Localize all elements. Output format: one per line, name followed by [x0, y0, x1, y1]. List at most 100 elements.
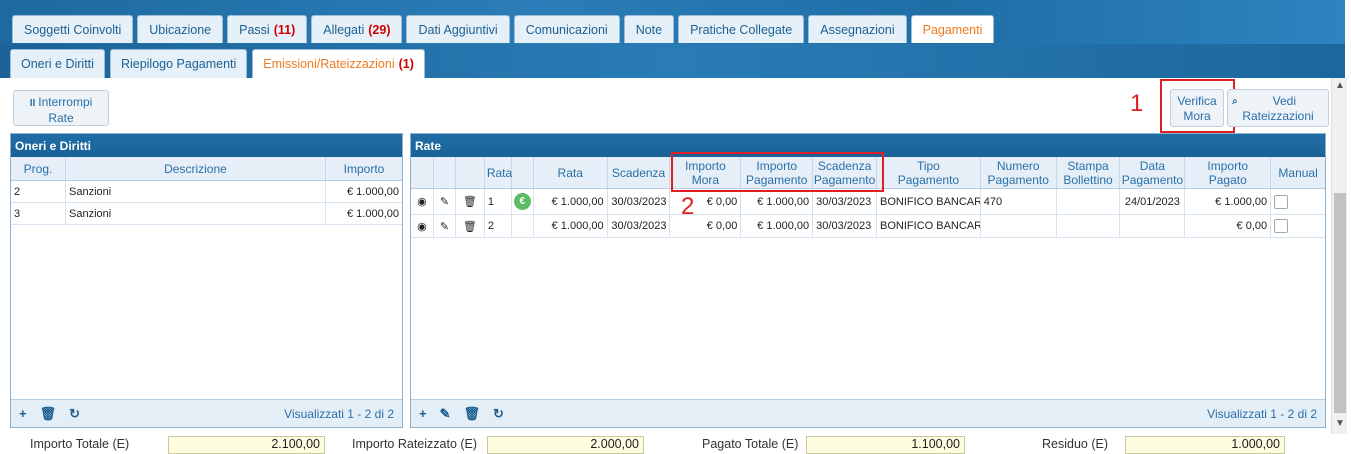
trash-icon[interactable]: 🗑︎: [456, 189, 485, 214]
column-header-tipo-pagamento[interactable]: Tipo Pagamento: [877, 157, 981, 188]
cell-numero-pagamento: [981, 215, 1057, 237]
column-header[interactable]: Rata: [485, 157, 512, 188]
pagato-totale-field[interactable]: 1.100,00: [806, 436, 965, 454]
annotation-highlight-box: [671, 152, 884, 192]
scroll-down-icon[interactable]: ▼: [1335, 418, 1345, 429]
totals-bar: Importo Totale (E) 2.100,00 Importo Rate…: [0, 434, 1351, 454]
tab-passi[interactable]: Passi (11): [227, 15, 308, 43]
action-toolbar: II Interrompi Rate 1 Verifica Mora ⌕ Vedi …: [10, 79, 1330, 133]
trash-icon[interactable]: 🗑︎: [464, 406, 481, 422]
cell-tipo-pagamento: BONIFICO BANCARIO: [877, 215, 981, 237]
tab-assegnazioni[interactable]: Assegnazioni: [808, 15, 907, 43]
cell-importo-pagamento: € 1.000,00: [741, 215, 814, 237]
pencil-icon[interactable]: ✎: [434, 215, 456, 237]
trash-icon[interactable]: 🗑︎: [40, 406, 57, 422]
euro-icon: €: [513, 193, 531, 210]
subtab-riepilogo-pagamenti[interactable]: Riepilogo Pagamenti: [109, 49, 248, 78]
manual-checkbox[interactable]: [1274, 194, 1289, 209]
table-row[interactable]: ◉ ✎ 🗑︎ 2 € 1.000,00 30/03/2023 € 0,00 € …: [411, 215, 1325, 238]
main-tab-bar: Soggetti Coinvolti Ubicazione Passi (11) …: [0, 0, 1345, 44]
pencil-icon[interactable]: ✎: [434, 189, 456, 214]
button-label: Vedi: [1272, 94, 1296, 108]
cell-prog: 3: [11, 203, 66, 224]
manual-checkbox[interactable]: [1274, 219, 1289, 233]
tab-label: Soggetti Coinvolti: [24, 22, 122, 37]
cell-scadenza-pagamento: 30/03/2023: [813, 189, 878, 214]
column-header[interactable]: Rata: [534, 157, 608, 188]
tab-label: Pratiche Collegate: [690, 22, 793, 37]
subtab-emissioni-rateizzazioni[interactable]: Emissioni/Rateizzazioni (1): [252, 49, 425, 78]
grid-header: Prog. Descrizione Importo: [11, 157, 402, 181]
column-header-stampa-bollettino[interactable]: Stampa Bollettino: [1057, 157, 1121, 188]
column-header-importo-pagato[interactable]: Importo Pagato: [1185, 157, 1272, 188]
scrollbar-thumb[interactable]: [1334, 193, 1346, 413]
column-header[interactable]: Descrizione: [66, 157, 326, 180]
panel-footer: + ✎ 🗑︎ ↻ Visualizzati 1 - 2 di 2: [411, 399, 1325, 427]
oneri-diritti-panel: Oneri e Diritti Prog. Descrizione Import…: [10, 133, 403, 428]
add-icon[interactable]: +: [419, 406, 427, 421]
cell-rata-number: 1: [485, 189, 512, 214]
refresh-icon[interactable]: ↻: [493, 406, 504, 422]
tab-ubicazione[interactable]: Ubicazione: [137, 15, 224, 43]
tab-pratiche-collegate[interactable]: Pratiche Collegate: [678, 15, 805, 43]
tab-note[interactable]: Note: [623, 15, 675, 43]
add-icon[interactable]: +: [19, 406, 27, 421]
tab-pagamenti[interactable]: Pagamenti: [910, 15, 995, 43]
header-line: Importo: [1207, 158, 1249, 173]
annotation-number: 2: [681, 193, 695, 220]
table-row[interactable]: 3 Sanzioni € 1.000,00: [11, 203, 402, 225]
tab-count: (11): [273, 22, 296, 37]
column-header[interactable]: Manual: [1271, 157, 1325, 188]
cell-importo-pagato: € 1.000,00: [1185, 189, 1272, 214]
tab-count: (1): [398, 57, 414, 71]
column-header[interactable]: Prog.: [11, 157, 66, 180]
vedi-rateizzazioni-button[interactable]: ⌕ Vedi Rateizzazioni: [1227, 89, 1329, 127]
importo-totale-field[interactable]: 2.100,00: [168, 436, 325, 454]
annotation-number: 1: [1130, 90, 1144, 117]
tab-allegati[interactable]: Allegati (29): [311, 15, 403, 43]
importo-rateizzato-field[interactable]: 2.000,00: [487, 436, 644, 454]
cell-descrizione: Sanzioni: [66, 203, 326, 224]
column-header-data-pagamento[interactable]: Data Pagamento: [1120, 157, 1186, 188]
cell-scadenza: 30/03/2023: [608, 215, 671, 237]
eye-icon[interactable]: ◉: [411, 215, 434, 237]
table-row[interactable]: ◉ ✎ 🗑︎ 1 € € 1.000,00 30/03/2023 € 0,00 …: [411, 189, 1325, 215]
residuo-field[interactable]: 1.000,00: [1125, 436, 1285, 454]
tab-label: Oneri e Diritti: [21, 57, 94, 71]
vertical-scrollbar[interactable]: ▲ ▼: [1331, 78, 1347, 434]
cell-descrizione: Sanzioni: [66, 181, 326, 202]
column-header-delete: [456, 157, 485, 188]
header-line: Data: [1139, 158, 1166, 173]
header-line: Numero: [996, 158, 1040, 173]
tab-soggetti-coinvolti[interactable]: Soggetti Coinvolti: [12, 15, 134, 43]
subtab-oneri-diritti[interactable]: Oneri e Diritti: [10, 49, 105, 78]
column-header-view: [411, 157, 434, 188]
interrompi-rate-button[interactable]: II Interrompi Rate: [13, 90, 109, 126]
cell-scadenza-pagamento: 30/03/2023: [813, 215, 878, 237]
eye-icon[interactable]: ◉: [411, 189, 434, 214]
tab-dati-aggiuntivi[interactable]: Dati Aggiuntivi: [406, 15, 510, 43]
button-label: Rate: [48, 111, 74, 125]
cell-numero-pagamento: 470: [981, 189, 1057, 214]
column-header[interactable]: Scadenza: [608, 157, 671, 188]
column-header[interactable]: Importo: [326, 157, 402, 180]
pause-icon: II: [29, 98, 36, 109]
tab-label: Ubicazione: [149, 22, 212, 37]
tab-comunicazioni[interactable]: Comunicazioni: [513, 15, 620, 43]
trash-icon[interactable]: 🗑︎: [456, 215, 485, 237]
tab-label: Emissioni/Rateizzazioni: [263, 57, 395, 71]
panel-title: Oneri e Diritti: [11, 134, 402, 157]
tab-label: Note: [635, 22, 663, 37]
pencil-icon[interactable]: ✎: [440, 406, 451, 422]
pagination-status: Visualizzati 1 - 2 di 2: [284, 406, 394, 421]
tab-label: Pagamenti: [922, 22, 983, 37]
tab-label: Comunicazioni: [525, 22, 608, 37]
scroll-up-icon[interactable]: ▲: [1335, 80, 1345, 91]
refresh-icon[interactable]: ↻: [69, 406, 80, 422]
cell-data-pagamento: 24/01/2023: [1120, 189, 1186, 214]
annotation-highlight-box: [1160, 79, 1235, 133]
column-header-numero-pagamento[interactable]: Numero Pagamento: [981, 157, 1057, 188]
button-label: Rateizzazioni: [1242, 109, 1314, 123]
table-row[interactable]: 2 Sanzioni € 1.000,00: [11, 181, 402, 203]
header-line: Pagamento: [897, 172, 960, 187]
